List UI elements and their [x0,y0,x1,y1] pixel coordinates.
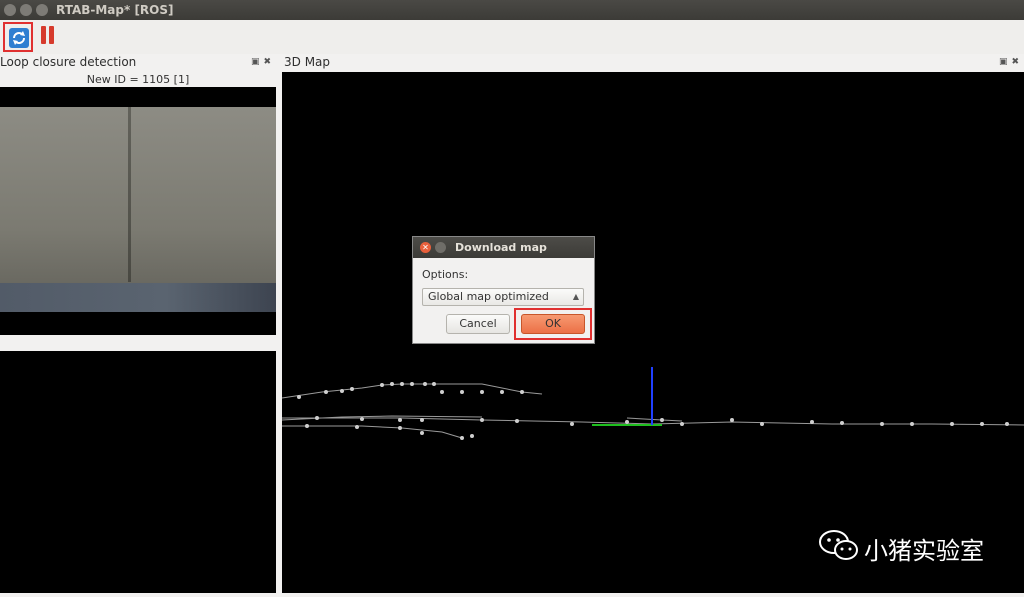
wechat-icon [819,530,858,560]
dialog-close-button[interactable]: ✕ [420,242,431,253]
options-label: Options: [422,268,469,281]
close-window-button[interactable] [4,4,16,16]
map-panel-title: 3D Map [284,55,331,69]
loop-closure-match-view [0,351,276,593]
dialog-minimize-button[interactable] [435,242,446,253]
dialog-title: Download map [455,241,547,254]
toolbar [0,20,1024,54]
camera-image [0,107,276,312]
download-map-dialog: ✕ Download map Options: Global map optim… [412,236,595,344]
dialog-titlebar: ✕ Download map [413,237,594,258]
maximize-window-button[interactable] [36,4,48,16]
window-title: RTAB-Map* [ROS] [56,3,174,17]
watermark-text: 小猪实验室 [864,537,984,565]
chevron-updown-icon: ▲ [572,292,579,301]
refresh-icon [9,28,29,48]
loop-panel-dock-controls[interactable]: ▣✖ [251,57,275,67]
options-selected-value: Global map optimized [428,290,549,303]
loop-closure-panel-title: Loop closure detection [0,55,137,69]
pause-icon [41,26,46,44]
ok-highlight-box: OK [514,308,592,340]
3d-map-view[interactable] [281,72,1024,593]
close-icon: ✕ [422,243,429,252]
map-panel-dock-controls[interactable]: ▣✖ [999,57,1023,67]
window-titlebar: RTAB-Map* [ROS] [0,0,1024,20]
ok-button[interactable]: OK [521,314,585,334]
map-trajectory-graph [281,367,1024,440]
new-id-label: New ID = 1105 [1] [86,73,190,86]
pause-button[interactable] [40,26,56,46]
minimize-window-button[interactable] [20,4,32,16]
options-select[interactable]: Global map optimized ▲ [422,288,584,306]
loop-closure-image-view [0,87,276,335]
refresh-button[interactable] [3,22,33,52]
cancel-button[interactable]: Cancel [446,314,510,334]
